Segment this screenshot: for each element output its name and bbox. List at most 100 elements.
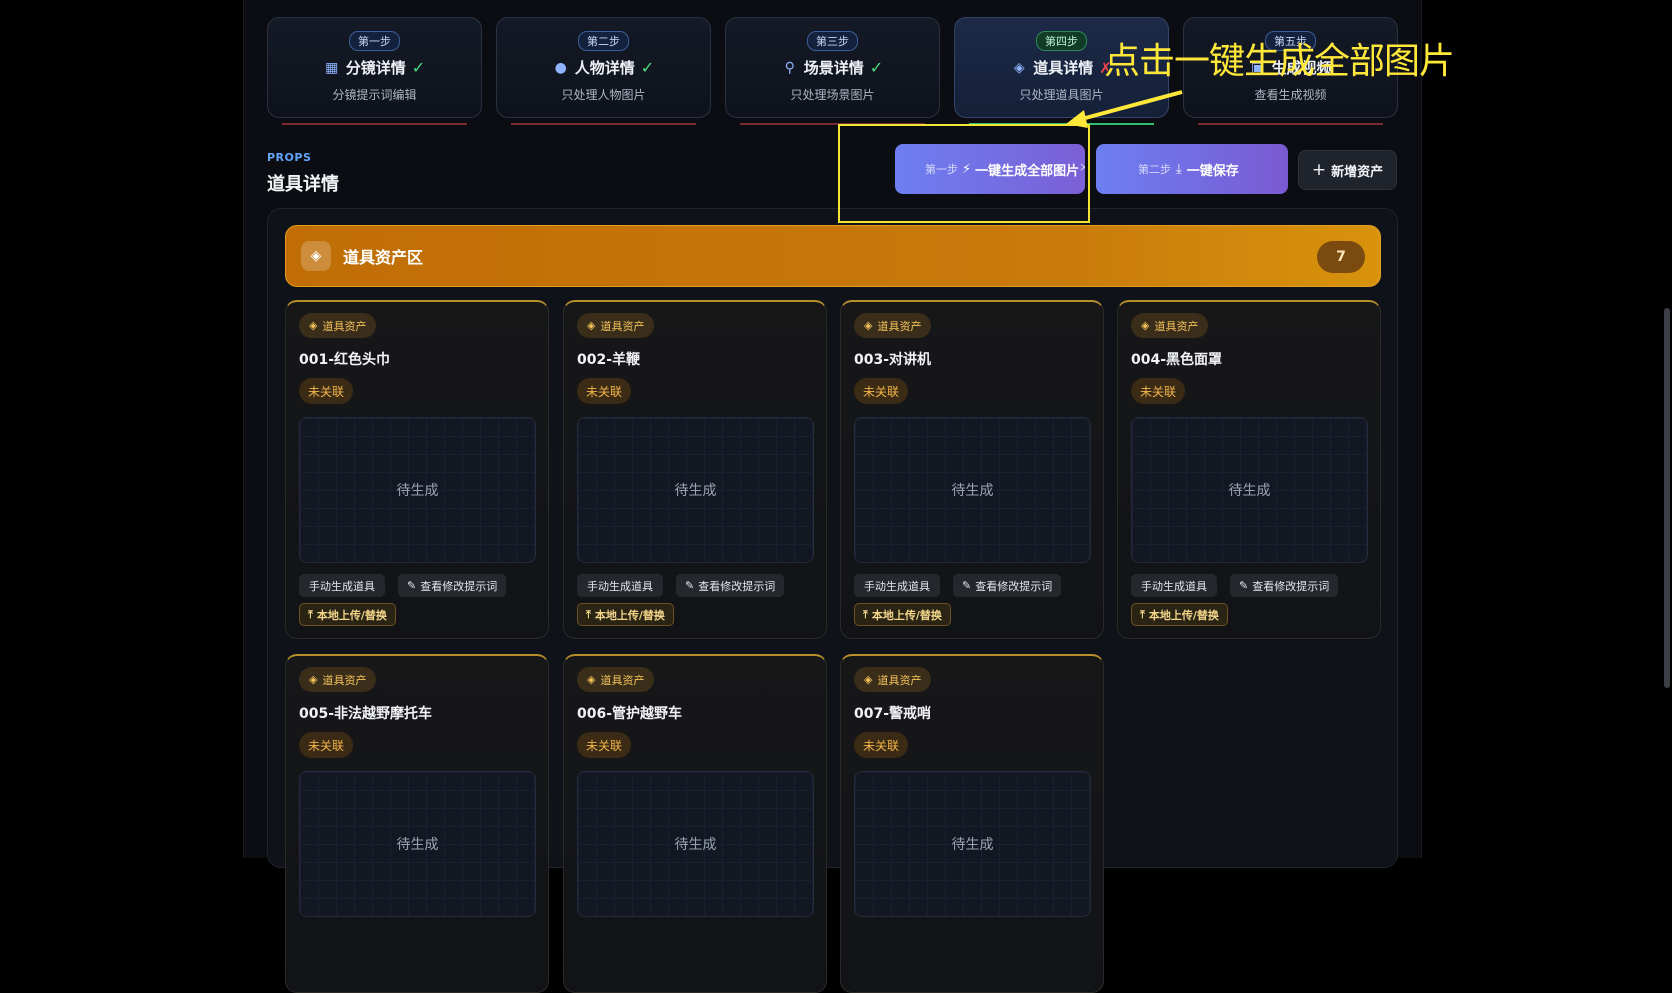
check-icon: ✓	[869, 58, 884, 77]
cube-icon: ◈	[587, 319, 596, 332]
prop-card: ◈ 道具资产 004-黑色面罩 未关联 待生成 手动生成道具 ✎ 查看修改提示词 ⤒…	[1117, 300, 1381, 639]
plus-icon: +	[1311, 160, 1327, 180]
cube-icon: ◈	[1013, 59, 1025, 76]
edit-prompt-button[interactable]: ✎ 查看修改提示词	[953, 574, 1062, 597]
prop-card: ◈ 道具资产 003-对讲机 未关联 待生成 手动生成道具 ✎ 查看修改提示词 ⤒ 本…	[840, 300, 1104, 639]
image-preview-placeholder[interactable]: 待生成	[299, 771, 536, 917]
link-status-badge: 未关联	[577, 732, 632, 758]
asset-type-tag: ◈ 道具资产	[299, 313, 377, 338]
edit-icon: ✎	[407, 579, 417, 592]
link-status-badge: 未关联	[299, 732, 354, 758]
prop-card: ◈ 道具资产 005-非法越野摩托车 未关联 待生成	[285, 654, 549, 993]
image-preview-placeholder[interactable]: 待生成	[1131, 417, 1368, 563]
step-subtitle: 查看生成视频	[1254, 88, 1327, 102]
upload-replace-button[interactable]: ⤒ 本地上传/替换	[1131, 603, 1228, 626]
step-title: 分镜详情	[345, 59, 406, 77]
prop-name: 007-警戒哨	[854, 706, 932, 722]
prop-card: ◈ 道具资产 002-羊鞭 未关联 待生成 手动生成道具 ✎ 查看修改提示词 ⤒ 本地…	[563, 300, 827, 639]
upload-icon: ⤒	[863, 607, 868, 621]
download-icon: ⤓	[1176, 161, 1182, 177]
scrollbar-thumb[interactable]	[1664, 308, 1670, 688]
cube-icon: ◈	[864, 319, 873, 332]
manual-generate-button[interactable]: 手动生成道具	[1131, 574, 1217, 597]
prop-card: ◈ 道具资产 006-管护越野车 未关联 待生成	[563, 654, 827, 993]
highlight-box	[838, 124, 1090, 223]
image-preview-placeholder[interactable]: 待生成	[577, 771, 814, 917]
image-preview-placeholder[interactable]: 待生成	[299, 417, 536, 563]
edit-icon: ✎	[1239, 579, 1249, 592]
step-scenes[interactable]: 第三步 ⚲ 场景详情 ✓ 只处理场景图片	[725, 17, 940, 118]
prop-name: 004-黑色面罩	[1131, 352, 1223, 368]
cube-icon: ◈	[587, 673, 596, 686]
asset-type-tag: ◈ 道具资产	[1131, 313, 1209, 338]
prop-name: 006-管护越野车	[577, 706, 683, 722]
step-characters[interactable]: 第二步 ● 人物详情 ✓ 只处理人物图片	[496, 17, 711, 118]
add-asset-button[interactable]: + 新增资产	[1298, 150, 1397, 190]
cube-icon: ◈	[309, 673, 318, 686]
edit-prompt-button[interactable]: ✎ 查看修改提示词	[1230, 574, 1339, 597]
image-preview-placeholder[interactable]: 待生成	[854, 771, 1091, 917]
upload-icon: ⤒	[1140, 607, 1145, 621]
step-title: 人物详情	[574, 59, 635, 77]
prop-name: 001-红色头巾	[299, 352, 391, 368]
step-progress-line	[282, 123, 467, 125]
asset-count-badge: 7	[1317, 241, 1365, 273]
step-badge: 第二步	[578, 31, 629, 51]
cube-icon: ◈	[301, 241, 331, 271]
asset-type-tag: ◈ 道具资产	[577, 313, 655, 338]
check-icon: ✓	[640, 58, 655, 77]
step-badge: 第四步	[1036, 31, 1087, 51]
upload-icon: ⤒	[586, 607, 591, 621]
prop-card: ◈ 道具资产 001-红色头巾 未关联 待生成 手动生成道具 ✎ 查看修改提示词 ⤒…	[285, 300, 549, 639]
props-zone-header: ◈ 道具资产区 7	[285, 225, 1381, 287]
edit-icon: ✎	[685, 579, 695, 592]
annotation-callout: 点击一键生成全部图片	[1104, 41, 1455, 82]
prop-card: ◈ 道具资产 007-警戒哨 未关联 待生成	[840, 654, 1104, 993]
annotation-arrow	[1066, 90, 1183, 128]
edit-prompt-button[interactable]: ✎ 查看修改提示词	[398, 574, 507, 597]
upload-replace-button[interactable]: ⤒ 本地上传/替换	[854, 603, 951, 626]
step-title: 场景详情	[803, 59, 864, 77]
prop-name: 003-对讲机	[854, 352, 932, 368]
link-status-badge: 未关联	[1131, 378, 1186, 404]
cube-icon: ◈	[1141, 319, 1150, 332]
link-status-badge: 未关联	[854, 732, 909, 758]
link-status-badge: 未关联	[577, 378, 632, 404]
image-preview-placeholder[interactable]: 待生成	[854, 417, 1091, 563]
step-badge: 第三步	[807, 31, 858, 51]
step-subtitle: 只处理人物图片	[561, 88, 646, 102]
save-step-prefix: 第二步	[1138, 163, 1171, 176]
upload-replace-button[interactable]: ⤒ 本地上传/替换	[577, 603, 674, 626]
save-all-label: 一键保存	[1186, 163, 1239, 179]
location-pin-icon: ⚲	[784, 59, 795, 76]
step-title: 道具详情	[1033, 59, 1094, 77]
cube-icon: ◈	[309, 319, 318, 332]
upload-replace-button[interactable]: ⤒ 本地上传/替换	[299, 603, 396, 626]
user-icon: ●	[554, 59, 567, 76]
upload-icon: ⤒	[308, 607, 313, 621]
prop-name: 005-非法越野摩托车	[299, 706, 433, 722]
save-all-button[interactable]: 第二步 ⤓ 一键保存	[1096, 144, 1288, 194]
link-status-badge: 未关联	[854, 378, 909, 404]
grid-icon: ▦	[325, 59, 339, 76]
edit-prompt-button[interactable]: ✎ 查看修改提示词	[676, 574, 785, 597]
asset-type-tag: ◈ 道具资产	[577, 667, 655, 692]
step-subtitle: 只处理场景图片	[790, 88, 875, 102]
manual-generate-button[interactable]: 手动生成道具	[299, 574, 385, 597]
image-preview-placeholder[interactable]: 待生成	[577, 417, 814, 563]
step-progress-line	[1198, 123, 1383, 125]
zone-title: 道具资产区	[343, 248, 424, 267]
cube-icon: ◈	[864, 673, 873, 686]
step-storyboard[interactable]: 第一步 ▦ 分镜详情 ✓ 分镜提示词编辑	[267, 17, 482, 118]
asset-type-tag: ◈ 道具资产	[299, 667, 377, 692]
link-status-badge: 未关联	[299, 378, 354, 404]
prop-name: 002-羊鞭	[577, 352, 641, 368]
manual-generate-button[interactable]: 手动生成道具	[854, 574, 940, 597]
step-subtitle: 分镜提示词编辑	[332, 88, 417, 102]
step-badge: 第一步	[349, 31, 400, 51]
manual-generate-button[interactable]: 手动生成道具	[577, 574, 663, 597]
add-asset-label: 新增资产	[1331, 164, 1384, 180]
page-title: 道具详情	[267, 174, 339, 195]
edit-icon: ✎	[962, 579, 972, 592]
asset-type-tag: ◈ 道具资产	[854, 313, 932, 338]
